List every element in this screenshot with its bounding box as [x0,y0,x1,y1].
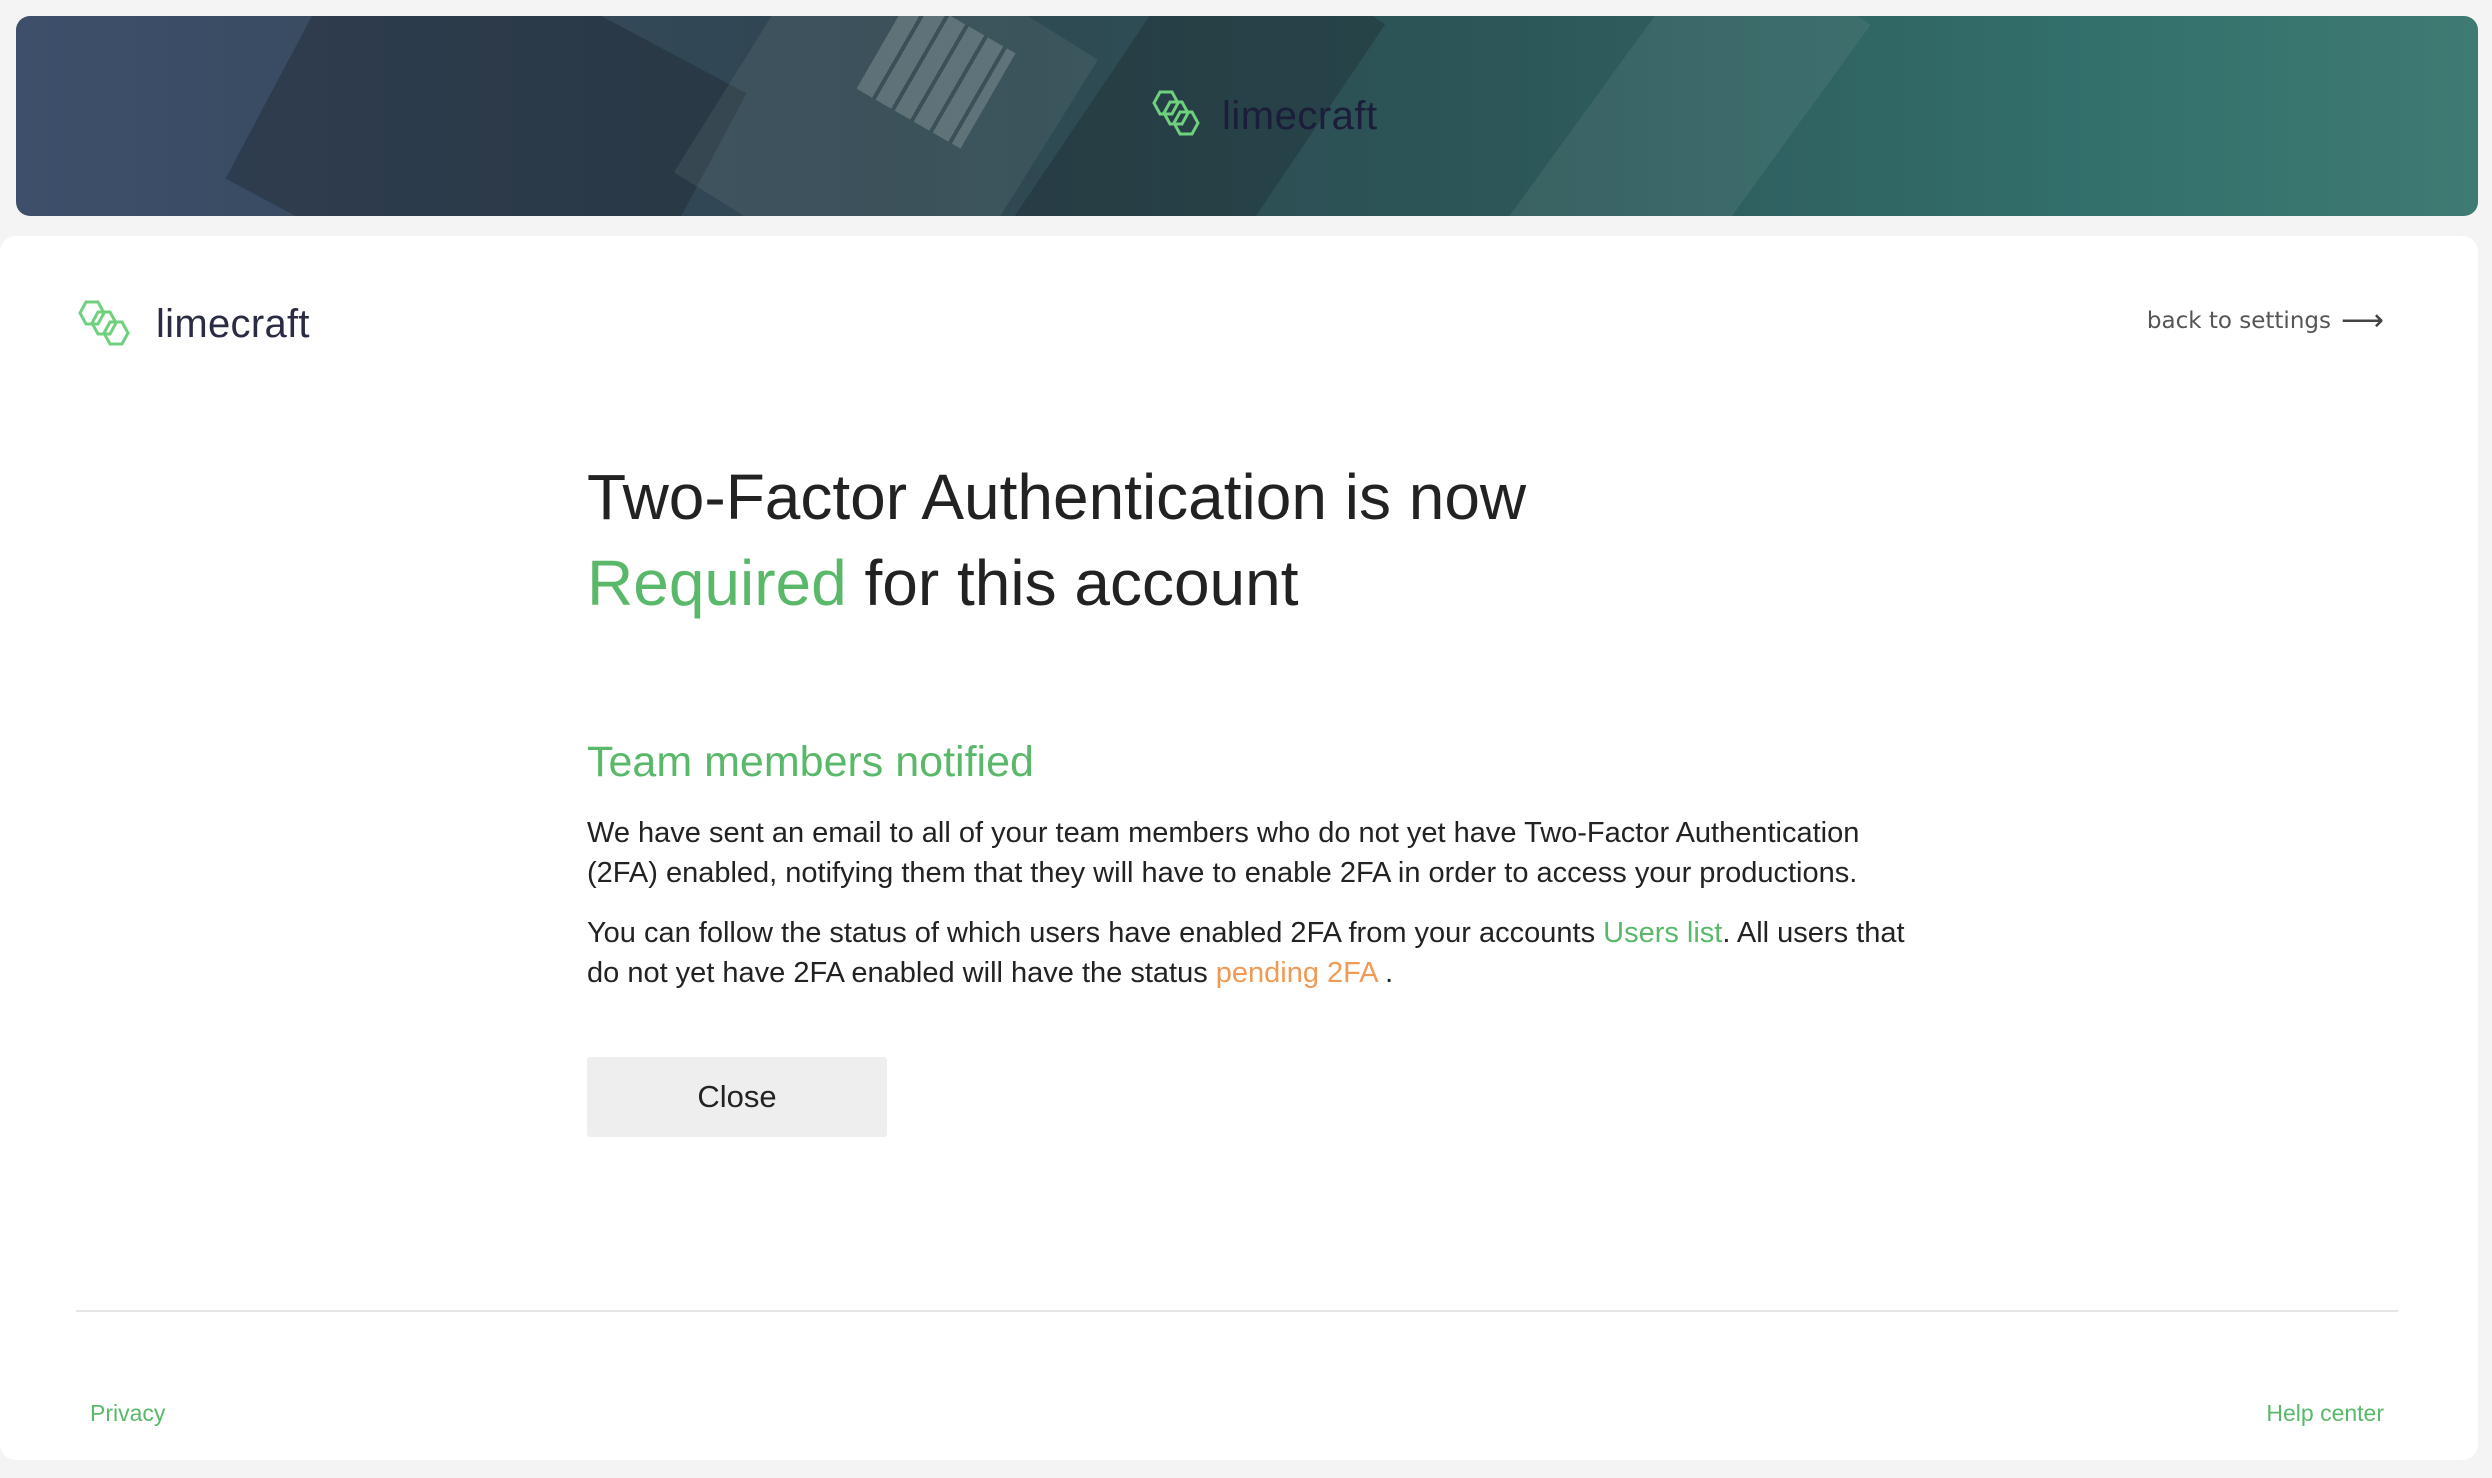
pending-2fa-status: pending 2FA [1215,957,1378,989]
banner-decoration [1501,16,1871,216]
status-paragraph-text: You can follow the status of which users… [587,917,1604,949]
page-title-rest: for this account [846,547,1299,619]
hexagon-logo-icon [1152,90,1200,136]
page-title-accent: Required [587,547,847,619]
section-subtitle: Team members notified [587,738,1034,786]
header-banner: limecraft [16,16,2478,216]
info-paragraph: We have sent an email to all of your tea… [587,817,1860,889]
close-button[interactable]: Close [587,1057,887,1137]
back-to-settings-link[interactable]: back to settings ⟶ [2147,306,2384,336]
banner-decoration [225,16,747,216]
page-title-line1: Two-Factor Authentication is now [587,461,1527,533]
hexagon-logo-icon [78,300,130,346]
banner-logo-text: limecraft [1222,93,1378,138]
help-center-link[interactable]: Help center [2266,1400,2384,1427]
status-paragraph-text: . [1377,957,1394,989]
users-list-link[interactable]: Users list [1603,917,1722,949]
banner-logo: limecraft [1146,90,1378,142]
page-title: Two-Factor Authentication is now Require… [587,454,1907,626]
footer-divider [76,1310,2398,1312]
arrow-right-icon: ⟶ [2340,303,2384,338]
privacy-link[interactable]: Privacy [90,1400,165,1427]
header-logo-text: limecraft [156,301,310,346]
main-card: limecraft back to settings ⟶ Two-Factor … [0,236,2478,1460]
main-content: Two-Factor Authentication is now Require… [587,454,1907,1137]
status-paragraph: You can follow the status of which users… [587,913,1907,993]
back-to-settings-label: back to settings [2146,308,2331,334]
header-logo[interactable]: limecraft [78,298,310,350]
